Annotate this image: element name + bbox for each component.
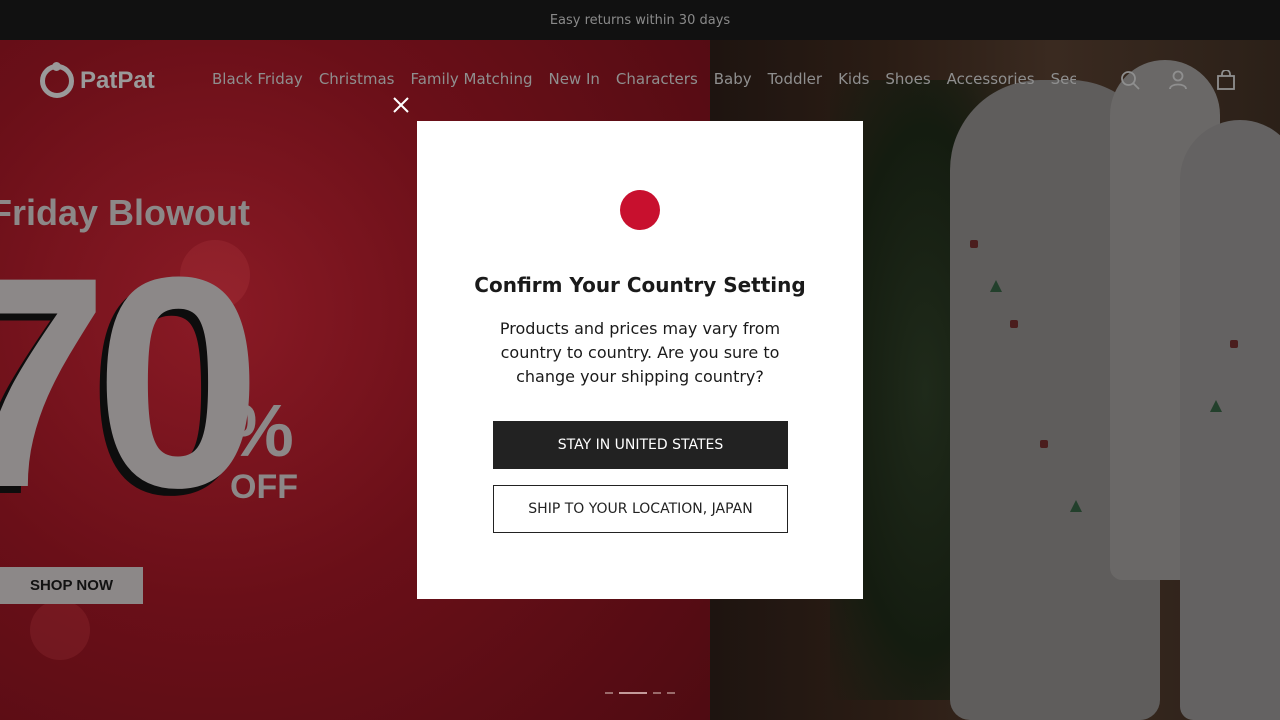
dialog-message: Products and prices may vary from countr… [499,319,781,386]
stay-in-united-states-button[interactable]: STAY IN UNITED STATES [493,421,788,469]
ship-to-japan-button[interactable]: SHIP TO YOUR LOCATION, JAPAN [493,485,788,533]
dialog-title: Confirm Your Country Setting [474,273,806,297]
japan-flag-icon [620,190,660,230]
close-icon[interactable] [391,95,411,115]
country-confirm-dialog: Confirm Your Country Setting Products an… [417,121,863,599]
